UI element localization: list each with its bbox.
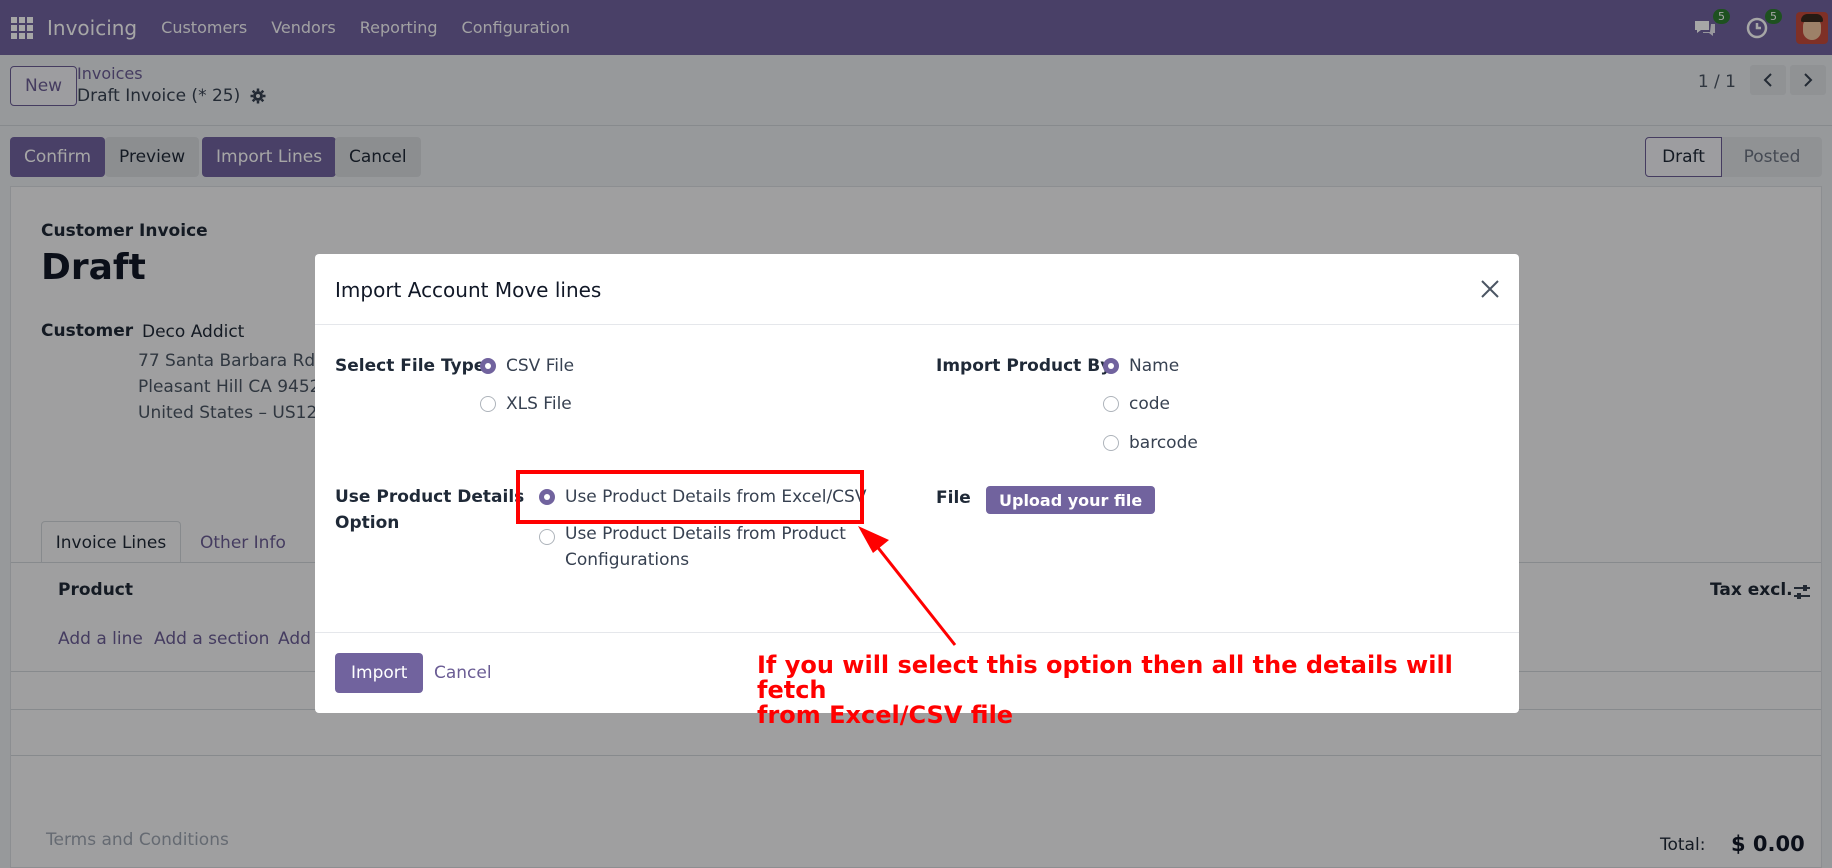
radio-import-by-name[interactable]: Name <box>1103 356 1179 376</box>
radio-csv-file[interactable]: CSV File <box>480 356 574 376</box>
file-type-label: Select File Type <box>335 356 486 376</box>
radio-import-by-code[interactable]: code <box>1103 394 1170 414</box>
upload-file-button[interactable]: Upload your file <box>986 486 1156 514</box>
radio-product-from-config[interactable]: Use Product Details from Product Configu… <box>539 524 846 573</box>
radio-empty-dot <box>539 529 555 545</box>
radio-empty-dot <box>1103 396 1119 412</box>
radio-label-line2: Configurations <box>565 550 690 570</box>
annotation-line-1: If you will select this option then all … <box>757 651 1453 704</box>
radio-empty-dot <box>480 396 496 412</box>
radio-label-line1: Use Product Details from Product <box>565 524 846 544</box>
close-icon[interactable] <box>1479 278 1501 300</box>
radio-label-multiline: Use Product Details from Product Configu… <box>565 524 846 573</box>
import-by-label: Import Product By <box>936 356 1112 376</box>
import-dialog: Import Account Move lines Select File Ty… <box>315 254 1519 713</box>
product-option-label-line2: Option <box>335 513 400 533</box>
file-label: File <box>936 488 971 508</box>
radio-label: CSV File <box>506 356 575 376</box>
dialog-header: Import Account Move lines <box>315 254 1519 325</box>
radio-label: Name <box>1129 356 1180 376</box>
radio-label: code <box>1129 394 1170 414</box>
dialog-title: Import Account Move lines <box>335 278 602 302</box>
radio-label: barcode <box>1129 433 1198 453</box>
radio-import-by-barcode[interactable]: barcode <box>1103 433 1198 453</box>
radio-label: XLS File <box>506 394 572 414</box>
import-button[interactable]: Import <box>335 653 424 693</box>
highlight-box <box>516 470 864 524</box>
radio-xls-file[interactable]: XLS File <box>480 394 572 414</box>
radio-empty-dot <box>1103 435 1119 451</box>
radio-selected-dot <box>1103 358 1119 374</box>
product-option-label: Use Product Details <box>335 487 525 507</box>
dialog-cancel-button[interactable]: Cancel <box>434 663 492 683</box>
annotation-line-2: from Excel/CSV file <box>757 701 1014 729</box>
radio-selected-dot <box>480 358 496 374</box>
annotation-text: If you will select this option then all … <box>757 653 1517 728</box>
